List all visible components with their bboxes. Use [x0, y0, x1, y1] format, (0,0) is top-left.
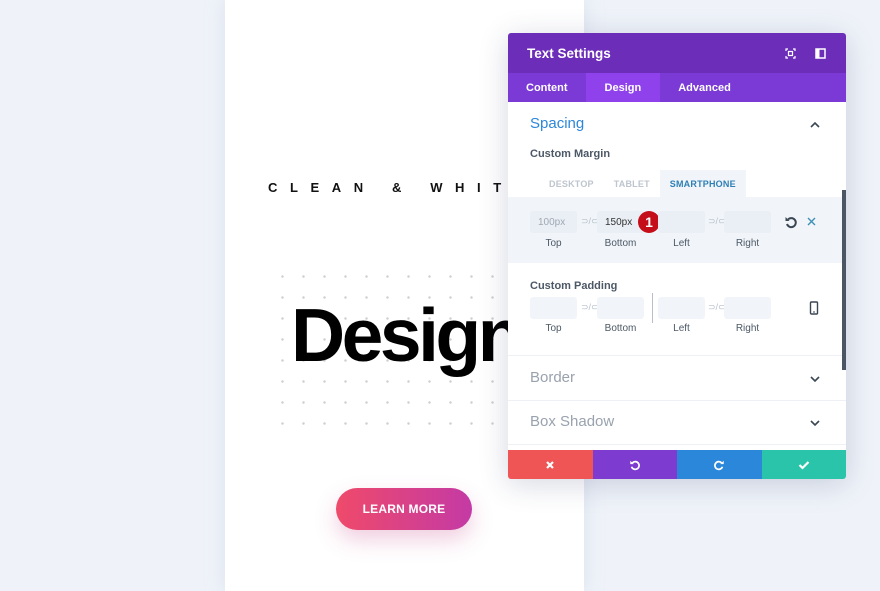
link-icon[interactable]: ⊃/⊂: [581, 216, 599, 227]
border-section-toggle[interactable]: Border: [530, 369, 575, 386]
cancel-button[interactable]: [508, 450, 593, 479]
padding-right-input[interactable]: [724, 297, 771, 319]
divider: [508, 400, 846, 401]
margin-top-input[interactable]: 100px: [530, 211, 577, 233]
divider: [652, 293, 653, 323]
link-icon[interactable]: ⊃/⊂: [708, 302, 726, 313]
panel-footer: [508, 450, 846, 479]
device-tab-tablet[interactable]: TABLET: [604, 170, 660, 198]
redo-icon: [714, 460, 724, 470]
panel-title: Text Settings: [527, 45, 611, 61]
reset-icon[interactable]: [784, 215, 798, 229]
custom-padding-label: Custom Padding: [530, 280, 618, 292]
close-icon: [546, 460, 555, 469]
divider: [508, 444, 846, 445]
text-settings-panel: Text Settings Content Design Advanced Sp…: [508, 33, 846, 479]
padding-right-label: Right: [735, 323, 760, 334]
tagline-text[interactable]: CLEAN & WHITE: [268, 180, 535, 195]
scrollbar[interactable]: [842, 190, 846, 370]
chevron-up-icon[interactable]: [808, 120, 822, 130]
margin-right-input[interactable]: [724, 211, 771, 233]
chevron-down-icon[interactable]: [808, 418, 822, 428]
margin-left-input[interactable]: [658, 211, 705, 233]
custom-margin-label: Custom Margin: [530, 148, 611, 160]
close-icon[interactable]: [806, 216, 817, 227]
device-tab-desktop[interactable]: DESKTOP: [539, 170, 604, 198]
padding-top-input[interactable]: [530, 297, 577, 319]
padding-bottom-label: Bottom: [604, 323, 637, 334]
tab-design[interactable]: Design: [585, 73, 661, 102]
device-tabs: DESKTOP TABLET SMARTPHONE: [539, 170, 746, 198]
margin-top-label: Top: [545, 238, 562, 249]
redo-button[interactable]: [677, 450, 762, 479]
smartphone-icon[interactable]: [809, 301, 819, 315]
panel-header[interactable]: Text Settings: [508, 33, 846, 73]
annotation-badge: 1: [638, 211, 660, 233]
fullscreen-icon[interactable]: [783, 46, 797, 60]
padding-left-input[interactable]: [658, 297, 705, 319]
panel-body: Spacing Custom Margin DESKTOP TABLET SMA…: [508, 102, 846, 450]
tab-advanced[interactable]: Advanced: [660, 73, 749, 102]
learn-more-button[interactable]: LEARN MORE: [336, 488, 472, 530]
padding-left-label: Left: [673, 323, 690, 334]
link-icon[interactable]: ⊃/⊂: [708, 216, 726, 227]
box-shadow-section-toggle[interactable]: Box Shadow: [530, 413, 614, 430]
margin-bottom-label: Bottom: [604, 238, 637, 249]
link-icon[interactable]: ⊃/⊂: [581, 302, 599, 313]
custom-margin-row: 100px ⊃/⊂ 150px 1 ⊃/⊂ Top Bottom Left Ri…: [508, 197, 846, 263]
divider: [508, 355, 846, 356]
padding-bottom-input[interactable]: [597, 297, 644, 319]
tab-content[interactable]: Content: [508, 73, 586, 102]
undo-button[interactable]: [592, 450, 677, 479]
margin-left-label: Left: [673, 238, 690, 249]
margin-right-label: Right: [735, 238, 760, 249]
device-tab-smartphone[interactable]: SMARTPHONE: [659, 170, 746, 198]
sidebar-toggle-icon[interactable]: [813, 46, 827, 60]
padding-top-label: Top: [545, 323, 562, 334]
save-button[interactable]: [761, 450, 846, 479]
checkmark-icon: [798, 460, 810, 470]
undo-icon: [630, 460, 640, 470]
spacing-section-toggle[interactable]: Spacing: [530, 115, 584, 132]
chevron-down-icon[interactable]: [808, 374, 822, 384]
headline-text[interactable]: Design: [291, 298, 524, 373]
panel-tabs: Content Design Advanced: [508, 73, 846, 102]
